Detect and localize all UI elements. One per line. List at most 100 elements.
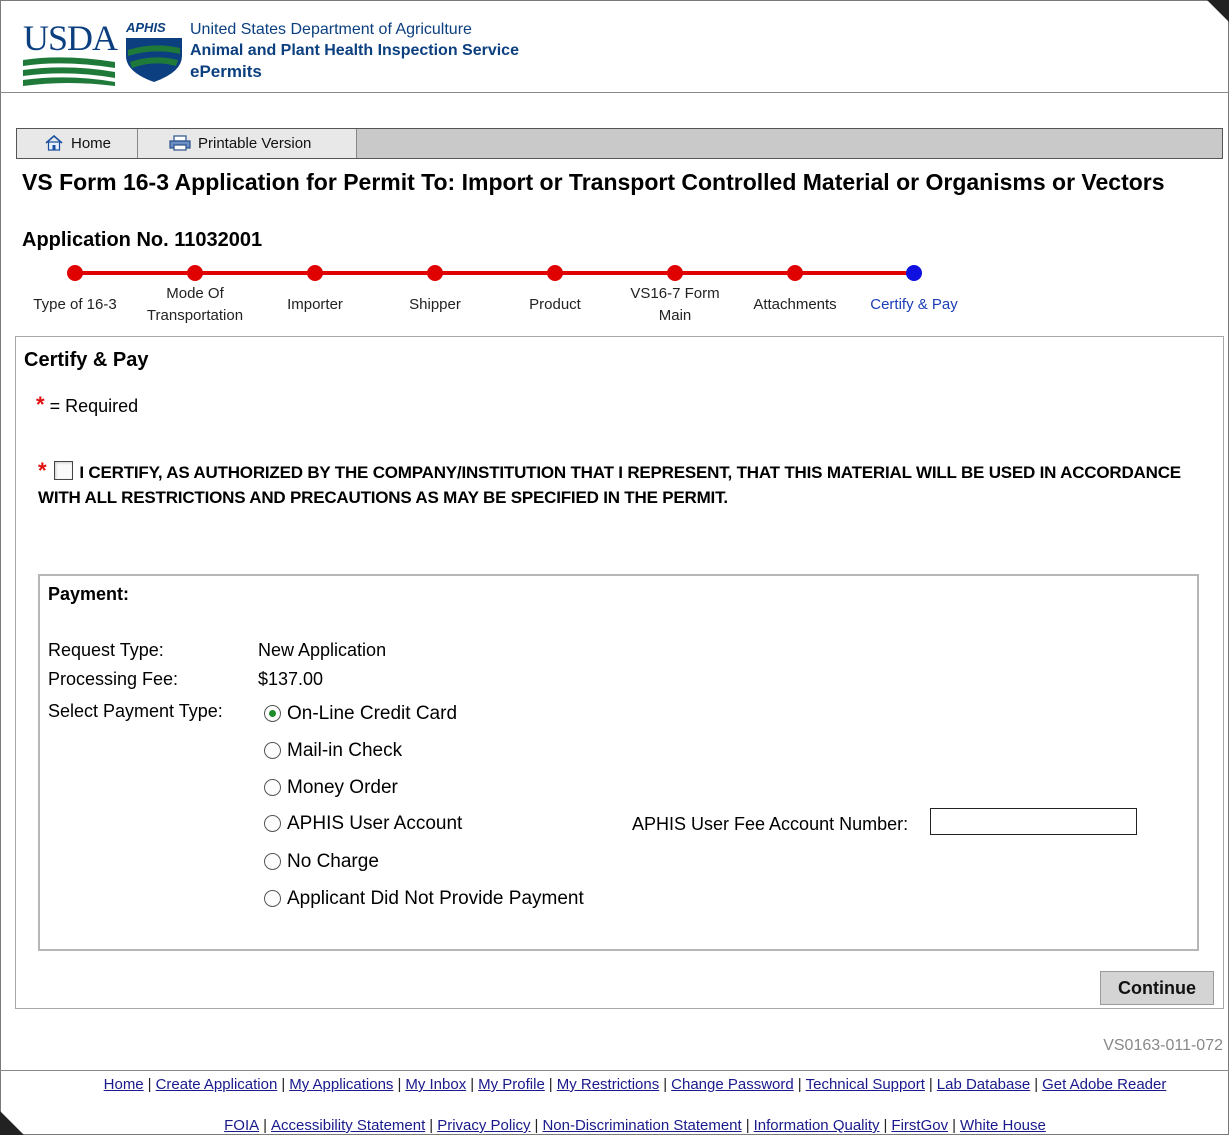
footer-link[interactable]: FirstGov [891,1117,948,1134]
footer-link[interactable]: My Inbox [405,1076,466,1093]
required-star: * [36,392,45,417]
request-type-value: New Application [258,640,387,660]
footer-link[interactable]: My Restrictions [557,1076,660,1093]
payment-title: Payment: [48,584,130,604]
required-legend: * = Required [36,392,138,418]
stepper-dot [427,265,443,281]
stepper-connector [75,271,195,275]
required-note-text: = Required [49,396,139,416]
certify-checkbox[interactable] [54,461,74,480]
toolbar: Home Printable Version [16,128,1223,159]
agency-name-block: United States Department of Agriculture … [190,19,519,82]
footer-links-primary: Home | Create Application | My Applications |… [40,1074,1229,1095]
payment-option-credit-card[interactable]: On-Line Credit Card [264,702,457,726]
footer-divider [0,1070,1229,1071]
footer-separator: | [281,1076,286,1093]
stepper-connector [435,271,555,275]
stepper-connector [675,271,795,275]
stepper-dot [787,265,803,281]
stepper-dot [547,265,563,281]
footer-link[interactable]: Home [104,1076,144,1093]
stepper-label[interactable]: Attachments [735,294,855,316]
footer-separator: | [147,1076,152,1093]
footer-link[interactable]: Lab Database [937,1076,1030,1093]
app-name: ePermits [190,62,262,81]
home-label: Home [71,135,112,152]
aphis-shield-graphic [126,38,182,82]
continue-button[interactable]: Continue [1100,971,1214,1005]
page-title: VS Form 16-3 Application for Permit To: … [22,169,1165,195]
payment-option-money-order[interactable]: Money Order [264,776,398,800]
stepper-dot [906,265,922,281]
payment-option-label: Mail-in Check [287,740,403,761]
footer-link[interactable]: Change Password [671,1076,794,1093]
stepper-label[interactable]: Product [495,294,615,316]
account-number-input[interactable] [930,808,1137,835]
footer-separator: | [883,1117,888,1134]
footer-link[interactable]: Accessibility Statement [271,1117,425,1134]
footer-separator: | [470,1076,475,1093]
printer-icon [169,135,191,151]
footer-link[interactable]: Get Adobe Reader [1042,1076,1166,1093]
select-payment-type-label: Select Payment Type: [48,701,223,721]
stepper-dot [307,265,323,281]
printable-version-label: Printable Version [198,135,312,152]
radio-mail-in-check[interactable] [264,742,281,759]
payment-option-aphis-user-account[interactable]: APHIS User Account [264,812,462,836]
footer-link[interactable]: FOIA [224,1117,259,1134]
payment-option-label: APHIS User Account [287,813,463,834]
radio-aphis-user-account[interactable] [264,815,281,832]
footer-separator: | [1034,1076,1039,1093]
radio-no-charge[interactable] [264,853,281,870]
home-icon [45,135,63,151]
site-header: USDA APHIS United States Department of A… [0,0,1229,93]
footer-links-secondary: FOIA | Accessibility Statement | Privacy Pol… [60,1115,1210,1136]
certify-text: I CERTIFY, AS AUTHORIZED BY THE COMPANY/… [38,463,1181,507]
usda-logo-graphic [23,57,115,86]
footer-separator: | [928,1076,933,1093]
footer-link[interactable]: Non-Discrimination Statement [542,1117,741,1134]
footer-separator: | [397,1076,402,1093]
footer-link[interactable]: Technical Support [806,1076,925,1093]
agency-service: Animal and Plant Health Inspection Servi… [190,42,519,59]
footer-link[interactable]: Create Application [156,1076,278,1093]
stepper-label[interactable]: Mode Of Transportation [140,283,250,327]
stepper-connector [555,271,675,275]
account-number-label: APHIS User Fee Account Number: [632,814,909,834]
payment-option-no-charge[interactable]: No Charge [264,850,379,874]
certify-statement: * I CERTIFY, AS AUTHORIZED BY THE COMPANY… [38,458,1198,510]
payment-option-label: No Charge [287,851,379,872]
footer-separator: | [534,1117,539,1134]
payment-option-label: On-Line Credit Card [287,703,458,724]
radio-money-order[interactable] [264,779,281,796]
footer-link[interactable]: My Profile [478,1076,545,1093]
footer-link[interactable]: White House [960,1117,1046,1134]
footer-separator: | [429,1117,434,1134]
footer-link[interactable]: Privacy Policy [437,1117,530,1134]
printable-version-button[interactable]: Printable Version [138,129,357,158]
footer-separator: | [797,1076,802,1093]
stepper-dot [67,265,83,281]
radio-no-payment[interactable] [264,890,281,907]
stepper-label[interactable]: VS16-7 Form Main [620,283,730,327]
footer-separator: | [952,1117,956,1134]
stepper-connector [795,271,914,275]
payment-option-mail-in-check[interactable]: Mail-in Check [264,739,402,763]
stepper-dot [667,265,683,281]
usda-logo: USDA [23,18,118,88]
stepper-dot [187,265,203,281]
footer-link[interactable]: Information Quality [754,1117,880,1134]
payment-option-label: Money Order [287,777,398,798]
stepper-label[interactable]: Certify & Pay [854,294,974,316]
footer-link[interactable]: My Applications [289,1076,393,1093]
stepper-connector [315,271,435,275]
stepper-label[interactable]: Importer [255,294,375,316]
footer-separator: | [263,1117,268,1134]
footer-separator: | [745,1117,750,1134]
required-star: * [38,458,47,483]
payment-option-no-payment[interactable]: Applicant Did Not Provide Payment [264,887,584,911]
stepper-label[interactable]: Type of 16-3 [15,294,135,316]
home-button[interactable]: Home [17,129,138,158]
stepper-label[interactable]: Shipper [375,294,495,316]
radio-credit-card[interactable] [264,705,281,722]
